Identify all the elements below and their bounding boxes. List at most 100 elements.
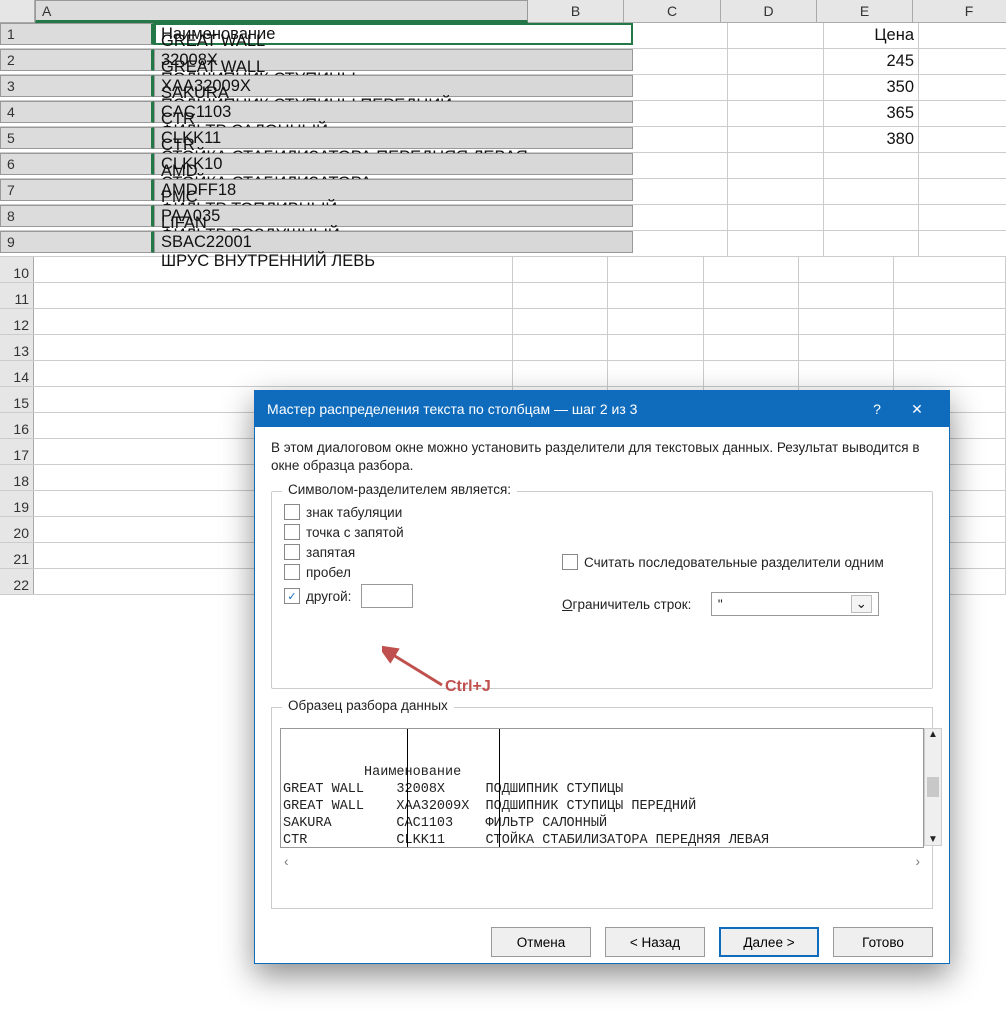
cell[interactable] (728, 179, 824, 204)
cell[interactable] (824, 153, 919, 178)
cell[interactable] (728, 205, 824, 230)
cell[interactable] (704, 361, 799, 386)
cell[interactable] (919, 23, 1006, 48)
cell[interactable] (894, 335, 1006, 360)
cell[interactable] (704, 335, 799, 360)
row-header[interactable]: 4 (0, 101, 154, 123)
row-header[interactable]: 7 (0, 179, 154, 201)
cell[interactable]: 245 (824, 49, 919, 74)
cell[interactable] (633, 127, 728, 152)
scroll-down-icon[interactable]: ▼ (928, 834, 938, 845)
cell[interactable] (919, 75, 1006, 100)
cell[interactable]: 365 (824, 101, 919, 126)
cell[interactable] (34, 361, 513, 386)
cell[interactable] (824, 231, 919, 256)
row-header[interactable]: 1 (0, 23, 154, 45)
checkbox-tab[interactable] (284, 504, 300, 520)
cell[interactable] (894, 361, 1006, 386)
cell[interactable] (633, 231, 728, 256)
row-header[interactable]: 11 (0, 283, 34, 308)
row-header[interactable]: 6 (0, 153, 154, 175)
cell[interactable] (919, 127, 1006, 152)
row-header[interactable]: 9 (0, 231, 154, 253)
cell[interactable] (513, 361, 608, 386)
cell[interactable] (608, 335, 704, 360)
cell[interactable] (633, 153, 728, 178)
cell[interactable] (799, 361, 894, 386)
cell[interactable] (919, 49, 1006, 74)
cell[interactable] (34, 309, 513, 334)
cell[interactable] (894, 309, 1006, 334)
cell[interactable] (34, 283, 513, 308)
col-header-A[interactable]: A (35, 0, 528, 23)
cell[interactable] (728, 153, 824, 178)
next-button[interactable]: Далее > (719, 927, 819, 957)
checkbox-comma[interactable] (284, 544, 300, 560)
cell[interactable] (824, 179, 919, 204)
cell[interactable] (728, 101, 824, 126)
col-header-D[interactable]: D (721, 0, 817, 22)
cell[interactable] (633, 179, 728, 204)
row-header[interactable]: 12 (0, 309, 34, 334)
row-header[interactable]: 15 (0, 387, 34, 412)
cell[interactable] (513, 335, 608, 360)
cell[interactable] (608, 309, 704, 334)
horizontal-scrollbar[interactable]: ‹ › (280, 854, 924, 869)
cell[interactable] (799, 335, 894, 360)
cell[interactable]: 350 (824, 75, 919, 100)
row-header[interactable]: 22 (0, 569, 34, 594)
cell[interactable] (34, 335, 513, 360)
row-header[interactable]: 13 (0, 335, 34, 360)
row-header[interactable]: 2 (0, 49, 154, 71)
row-header[interactable]: 19 (0, 491, 34, 516)
back-button[interactable]: < Назад (605, 927, 705, 957)
cell[interactable] (728, 231, 824, 256)
cell[interactable] (799, 309, 894, 334)
cell[interactable] (633, 75, 728, 100)
other-delimiter-input[interactable] (361, 584, 413, 608)
col-header-C[interactable]: C (624, 0, 721, 22)
close-button[interactable]: ✕ (897, 401, 937, 418)
row-header[interactable]: 20 (0, 517, 34, 542)
cell[interactable] (919, 205, 1006, 230)
vertical-scrollbar[interactable]: ▲ ▼ (924, 728, 942, 846)
row-header[interactable]: 17 (0, 439, 34, 464)
row-header[interactable]: 18 (0, 465, 34, 490)
cell[interactable]: Цена (824, 23, 919, 48)
cell[interactable] (728, 23, 824, 48)
row-header[interactable]: 14 (0, 361, 34, 386)
scroll-left-icon[interactable]: ‹ (284, 854, 289, 869)
dialog-titlebar[interactable]: Мастер распределения текста по столбцам … (255, 391, 949, 427)
cell[interactable]: 380 (824, 127, 919, 152)
cell[interactable] (728, 75, 824, 100)
cell[interactable] (633, 23, 728, 48)
checkbox-other[interactable] (284, 588, 300, 604)
cell[interactable] (608, 361, 704, 386)
cell[interactable]: LIFAN SBAC22001 ШРУС ВНУТРЕННИЙ ЛЕВЬ (154, 231, 633, 253)
cell[interactable] (513, 309, 608, 334)
col-header-F[interactable]: F (913, 0, 1006, 22)
checkbox-semicolon[interactable] (284, 524, 300, 540)
cell[interactable] (633, 205, 728, 230)
cell[interactable] (704, 257, 799, 282)
cell[interactable] (513, 257, 608, 282)
text-qualifier-dropdown[interactable]: " ⌄ (711, 592, 879, 616)
cell[interactable] (799, 257, 894, 282)
row-header[interactable]: 21 (0, 543, 34, 568)
finish-button[interactable]: Готово (833, 927, 933, 957)
select-all-corner[interactable] (0, 0, 35, 22)
cell[interactable] (799, 283, 894, 308)
cell[interactable] (919, 231, 1006, 256)
checkbox-consecutive[interactable] (562, 554, 578, 570)
scroll-right-icon[interactable]: › (916, 854, 921, 869)
scroll-up-icon[interactable]: ▲ (928, 729, 938, 740)
cell[interactable] (513, 283, 608, 308)
cell[interactable] (919, 179, 1006, 204)
row-header[interactable]: 16 (0, 413, 34, 438)
cell[interactable] (728, 127, 824, 152)
cancel-button[interactable]: Отмена (491, 927, 591, 957)
cell[interactable] (704, 309, 799, 334)
cell[interactable] (894, 283, 1006, 308)
cell[interactable] (919, 101, 1006, 126)
col-header-B[interactable]: B (528, 0, 624, 22)
